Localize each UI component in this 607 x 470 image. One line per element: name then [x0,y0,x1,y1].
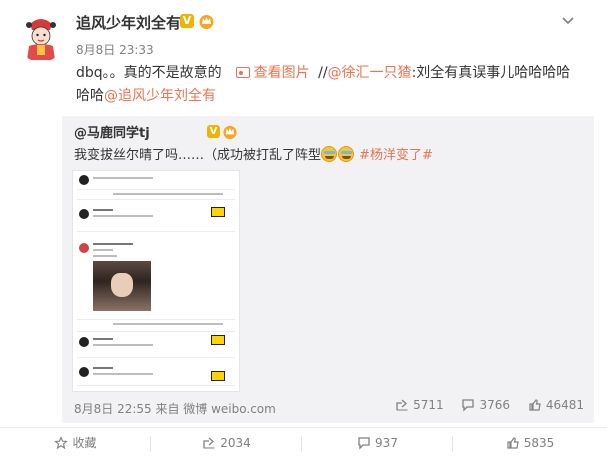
share-count: 2034 [220,436,251,450]
comment-icon [462,399,475,412]
mini-avatar [79,337,89,347]
mini-photo [93,261,151,311]
comment-icon [358,437,370,450]
mini-avatar-yellow [211,371,225,381]
mini-divider [77,199,235,200]
mini-text-line [113,193,223,195]
thumbs-up-icon [529,399,541,411]
repost-text-body: 我变拔丝尔晴了吗……（成功被打乱了阵型 [74,148,322,163]
verified-icon: V [180,14,194,28]
repost-verified-icon: V [207,125,220,138]
crown-icon [199,15,214,29]
mini-avatar [79,243,89,253]
mini-avatar [79,175,89,185]
laugh-cry-emoji [321,146,338,162]
post-text-prefix: dbq。。真的不是故意的 [76,65,222,81]
mini-avatar [79,209,89,219]
post-text-after-mention: :刘全有真误事儿哈哈哈哈 [411,65,571,81]
slashes: // [318,65,328,81]
mini-text-line [93,338,113,340]
mention2-link[interactable]: @追风少年刘全有 [104,88,216,104]
mini-text-line [93,373,153,375]
mini-text-line [93,255,117,257]
mini-text-line [93,249,113,251]
mini-text-line [93,344,153,346]
chevron-down-icon[interactable] [560,12,576,28]
repost-like-count: 46481 [545,398,584,412]
post-text: dbq。。真的不是故意的 查看图片 //@徐汇一只猹:刘全有真误事儿哈哈哈哈 哈哈… [76,62,586,108]
repost-share-button[interactable]: 5711 [395,398,444,412]
repost-username[interactable]: @马鹿同学tj [74,122,150,141]
repost-crown-icon [223,125,237,139]
comment-count: 937 [375,436,398,450]
weibo-post-card: 追风少年刘全有 V 8月8日 23:33 dbq。。真的不是故意的 查看图片 //… [0,0,607,470]
mini-text-line [93,209,113,211]
mini-avatar-yellow [211,207,225,217]
repost-like-button[interactable]: 46481 [528,398,584,412]
repost-image[interactable] [72,170,240,392]
post-time[interactable]: 8月8日 23:33 [76,41,154,58]
share-button[interactable]: 2034 [151,428,302,461]
mini-divider [77,385,235,386]
favorite-label: 收藏 [72,436,97,450]
mini-text-line [93,177,153,179]
repost-text: 我变拔丝尔晴了吗……（成功被打乱了阵型 #杨洋变了# [74,144,433,163]
like-count: 5835 [523,436,555,450]
repost-block[interactable]: @马鹿同学tj V 我变拔丝尔晴了吗……（成功被打乱了阵型 #杨洋变了# 8月8… [62,116,594,423]
star-icon [54,436,69,450]
hashtag-link[interactable]: #杨洋变了# [359,148,433,163]
action-bar: 收藏 2034 937 5835 [0,427,607,460]
user-avatar[interactable] [16,12,66,62]
like-button[interactable]: 5835 [453,428,607,461]
username[interactable]: 追风少年刘全有 [76,12,181,33]
mini-text-line [113,323,223,325]
mini-divider [77,189,235,190]
comment-button[interactable]: 937 [302,428,453,461]
mini-text-line [93,243,133,245]
mini-text-line [93,215,153,217]
mini-divider [77,331,235,332]
picture-icon[interactable] [235,67,250,78]
repost-stats: 5711 3766 46481 [381,398,584,412]
mini-divider [77,357,235,358]
view-picture-link[interactable]: 查看图片 [254,65,310,81]
favorite-button[interactable]: 收藏 [0,428,151,461]
mini-avatar [79,367,89,377]
repost-comment-count: 3766 [479,398,510,412]
thumbs-up-icon [507,437,519,449]
laugh-cry-emoji [338,146,355,162]
post-text-line2: 哈哈 [76,88,104,104]
mini-divider [77,319,235,320]
share-icon [203,437,215,449]
mini-avatar-yellow [211,335,225,345]
repost-meta[interactable]: 8月8日 22:55 来自 微博 weibo.com [74,400,276,417]
mention-link[interactable]: @徐汇一只猹 [328,65,412,81]
mini-divider [77,231,235,232]
repost-comment-button[interactable]: 3766 [461,398,510,412]
share-icon [396,399,408,411]
repost-share-count: 5711 [413,398,444,412]
mini-text-line [93,367,113,369]
